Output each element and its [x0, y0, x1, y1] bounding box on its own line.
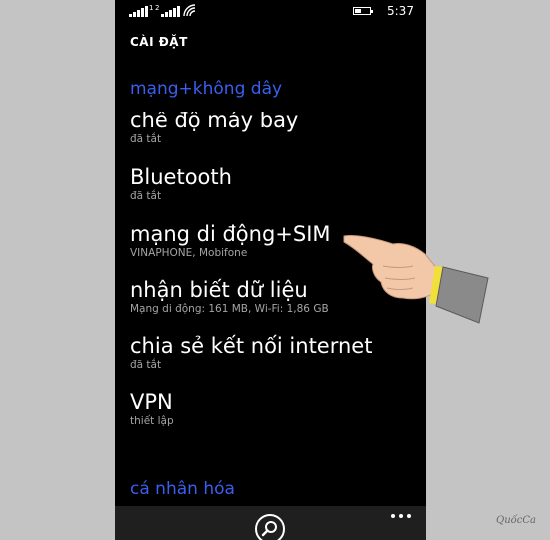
item-title: VPN [130, 390, 173, 414]
battery-fill [355, 9, 361, 13]
item-internet-sharing[interactable]: chia sẻ kết nối internet đã tắt [130, 333, 420, 372]
search-button[interactable] [255, 514, 285, 540]
item-title: chế độ máy bay [130, 112, 299, 132]
item-subtitle: thiết lập [130, 415, 174, 427]
more-button[interactable] [391, 512, 413, 522]
clock: 5:37 [387, 4, 414, 18]
search-icon [261, 521, 277, 537]
pointing-hand-icon [343, 235, 489, 324]
item-title: chia sẻ kết nối internet [130, 334, 373, 358]
item-title: Bluetooth [130, 165, 232, 189]
app-bar [115, 506, 426, 540]
section-personalization[interactable]: cá nhân hóa [130, 479, 235, 499]
signal-icon: 2 [155, 4, 181, 17]
status-bar: 1 2 5:37 [115, 0, 426, 24]
item-airplane-mode[interactable]: chế độ máy bay đã tắt [130, 112, 420, 146]
item-subtitle: đã tắt [130, 359, 162, 371]
battery-icon [353, 7, 373, 15]
watermark: QuốcCa [496, 515, 536, 526]
section-network[interactable]: mạng+không dây [130, 79, 282, 99]
page-title: CÀI ĐẶT [130, 35, 188, 49]
item-subtitle: đã tắt [130, 190, 162, 202]
sim2-label: 2 [155, 4, 160, 12]
wifi-icon [183, 4, 196, 17]
more-icon [391, 514, 395, 518]
sim1-label: 1 [149, 4, 154, 12]
signal-icon: 1 [129, 5, 154, 17]
item-subtitle: đã tắt [130, 133, 162, 145]
item-vpn[interactable]: VPN thiết lập [130, 389, 420, 428]
item-bluetooth[interactable]: Bluetooth đã tắt [130, 164, 420, 203]
